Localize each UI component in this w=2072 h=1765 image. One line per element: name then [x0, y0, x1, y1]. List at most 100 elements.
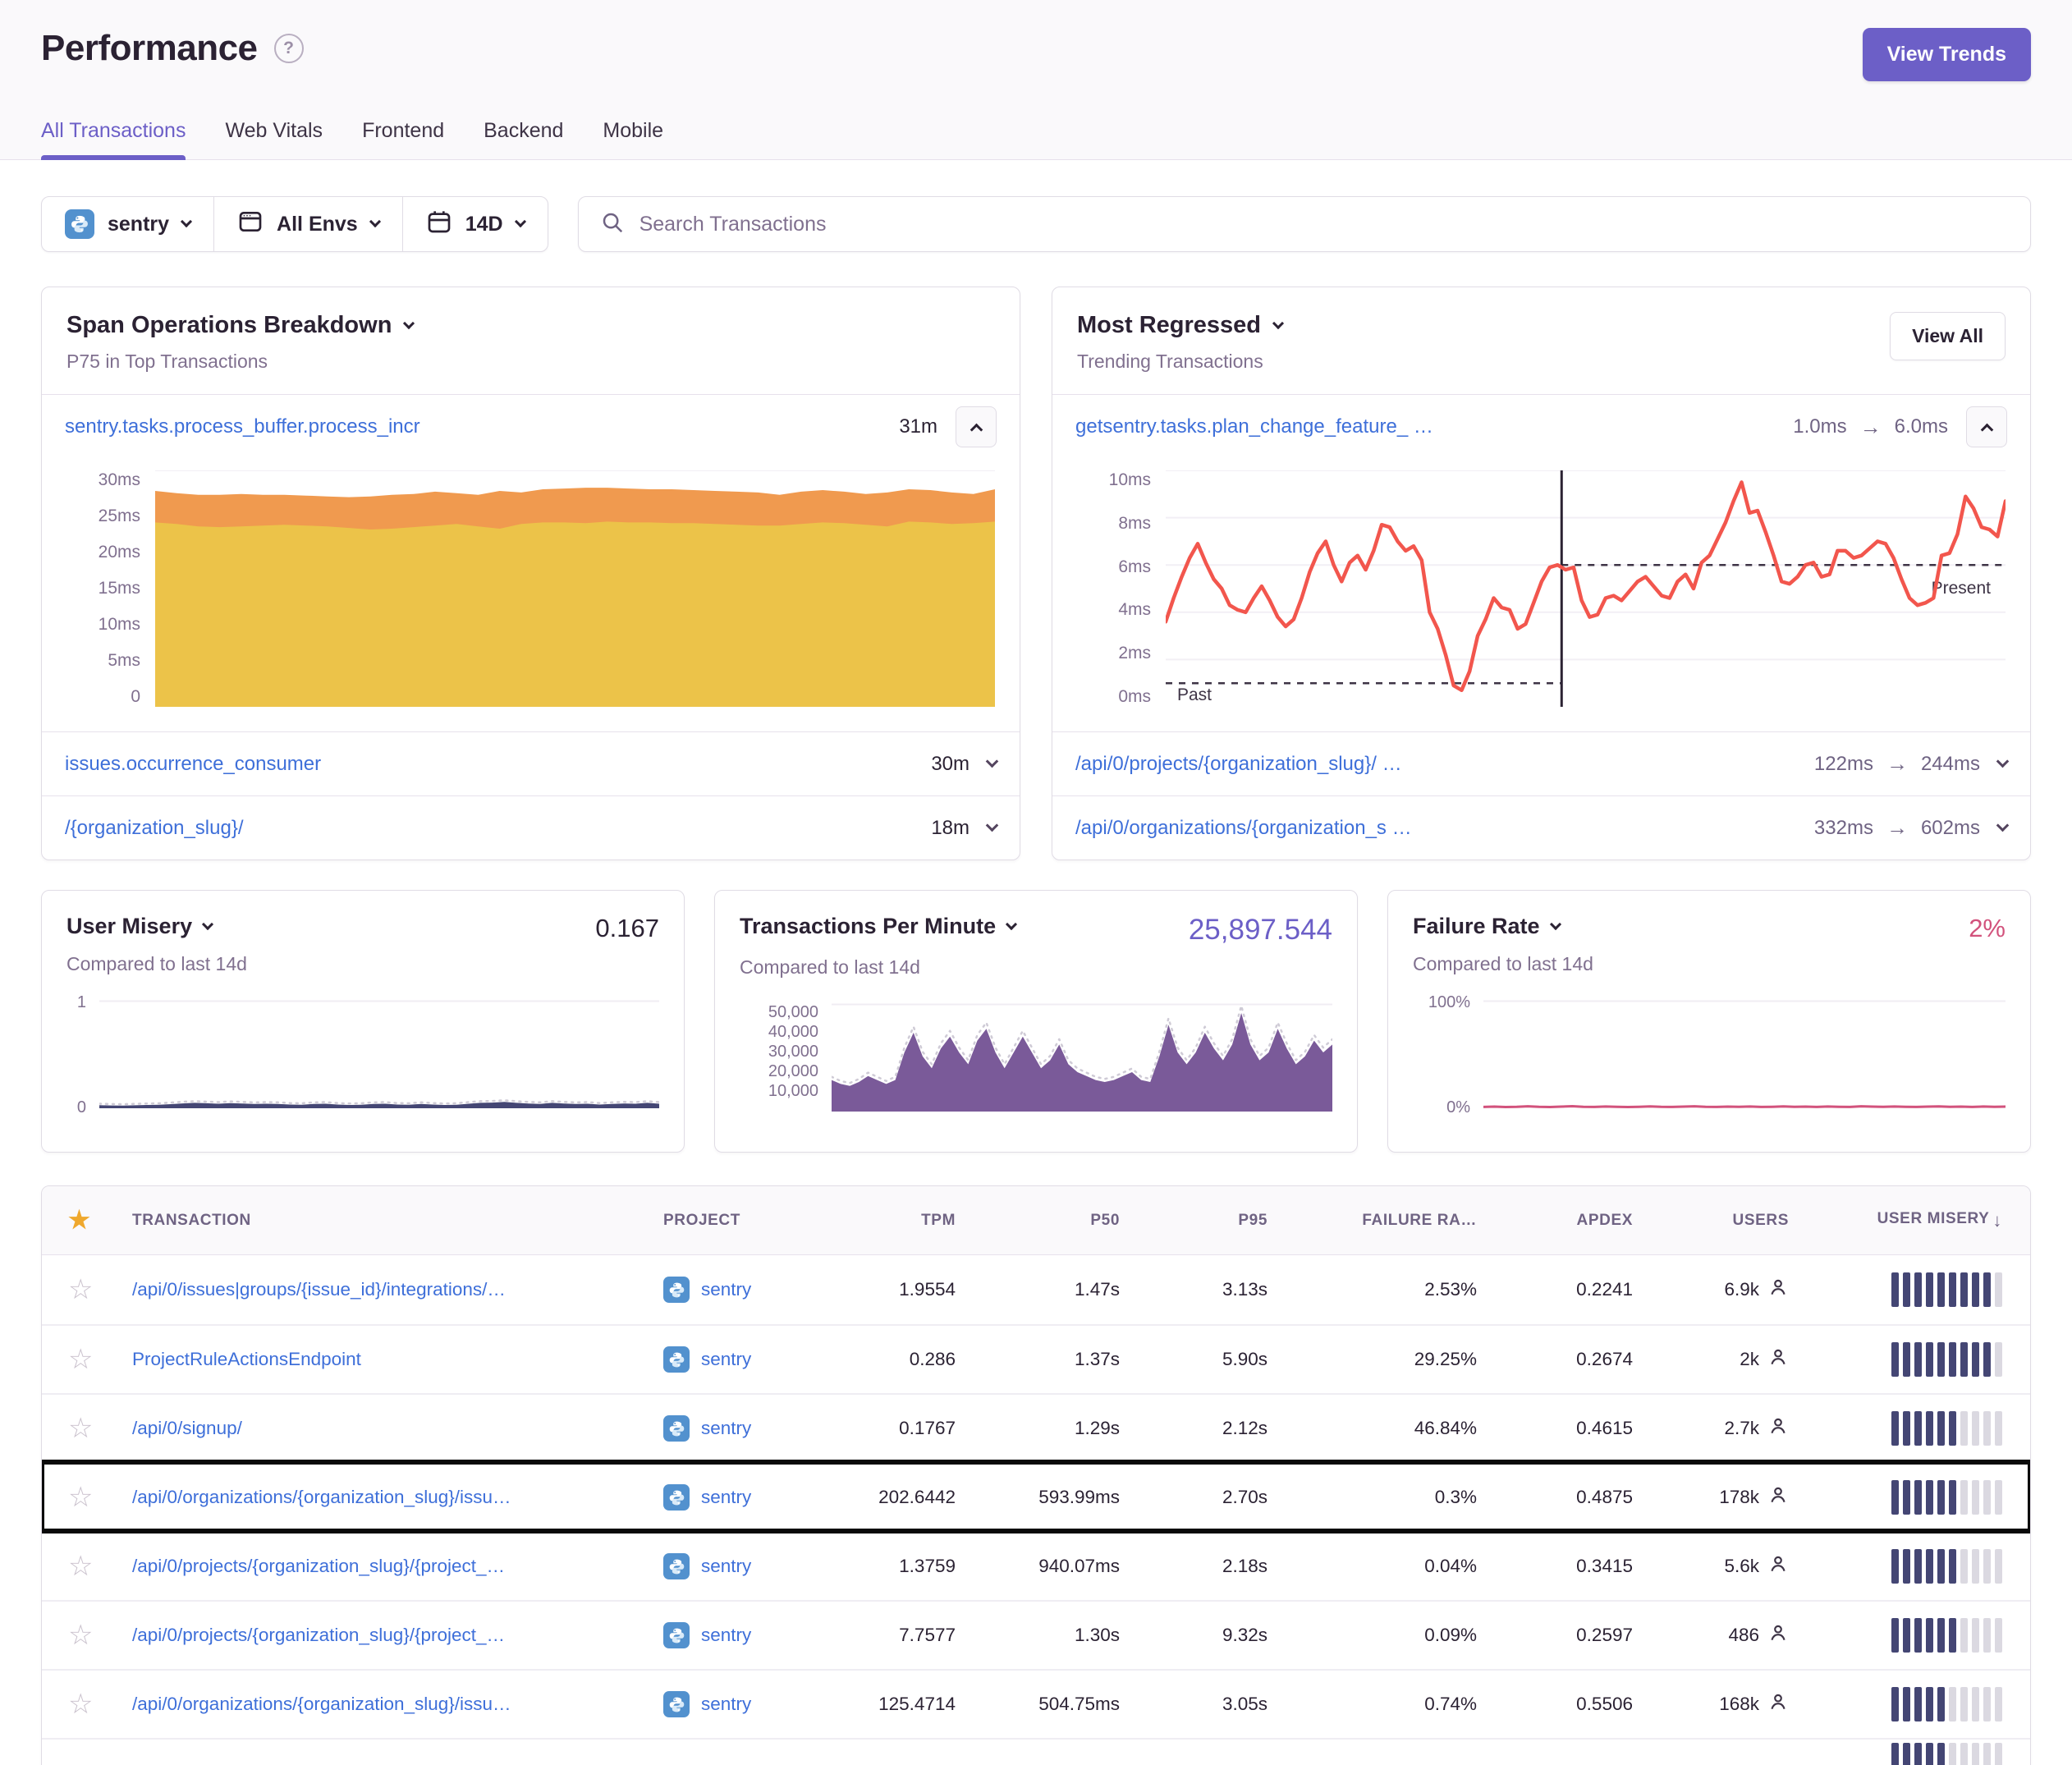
help-icon[interactable]: ?	[274, 34, 304, 63]
transaction-link[interactable]: sentry.tasks.process_buffer.process_incr	[65, 415, 420, 438]
search-input[interactable]	[639, 213, 2009, 236]
view-trends-button[interactable]: View Trends	[1863, 28, 2031, 81]
transaction-link[interactable]: /api/0/organizations/{organization_slug}…	[132, 1694, 652, 1715]
column-header-apdex[interactable]: APDEX	[1488, 1212, 1644, 1230]
column-header-tpm[interactable]: TPM	[832, 1212, 967, 1230]
transaction-link[interactable]: issues.occurrence_consumer	[65, 753, 321, 776]
expand-chevron-icon[interactable]	[1996, 755, 2010, 768]
page-header: Performance ? View Trends All Transactio…	[0, 0, 2072, 160]
column-header-p95[interactable]: P95	[1131, 1212, 1279, 1230]
table-row[interactable]: ☆ /api/0/organizations/{organization_slug…	[42, 1669, 2030, 1738]
favorite-star-icon[interactable]: ☆	[68, 1413, 93, 1444]
project-filter[interactable]: sentry	[42, 197, 213, 251]
transaction-link[interactable]: /api/0/issues|groups/{issue_id}/integrat…	[132, 1279, 652, 1300]
table-row[interactable]	[42, 1738, 2030, 1765]
transaction-link[interactable]: ProjectRuleActionsEndpoint	[132, 1349, 652, 1370]
favorite-star-icon[interactable]: ☆	[68, 1620, 93, 1651]
view-all-button[interactable]: View All	[1890, 312, 2006, 360]
users-cell: 178k	[1644, 1484, 1800, 1511]
page-title: Performance	[41, 28, 258, 69]
apdex-cell: 0.4615	[1488, 1418, 1644, 1439]
column-header-project[interactable]: PROJECT	[663, 1212, 832, 1230]
transaction-link[interactable]: /api/0/projects/{organization_slug}/{pro…	[132, 1625, 652, 1646]
p50-cell: 940.07ms	[967, 1556, 1131, 1577]
span-operations-title-dropdown[interactable]: Span Operations Breakdown	[66, 312, 413, 339]
misery-bar-meter	[1891, 1549, 2002, 1584]
expand-chevron-icon[interactable]	[1996, 819, 2010, 832]
collapse-button[interactable]	[956, 406, 997, 447]
duration-after: 6.0ms	[1895, 415, 1948, 438]
search-bar	[578, 196, 2031, 252]
tpm-cell: 0.1767	[832, 1418, 967, 1439]
date-range-filter[interactable]: 14D	[402, 197, 548, 251]
users-cell: 486	[1644, 1622, 1800, 1648]
project-link[interactable]: sentry	[701, 1487, 751, 1508]
favorite-star-icon[interactable]: ☆	[68, 1274, 93, 1305]
search-icon	[600, 210, 625, 239]
project-link[interactable]: sentry	[701, 1349, 751, 1370]
most-regressed-subtitle: Trending Transactions	[1077, 351, 1282, 373]
failure-rate-chart: 100%0%	[1413, 1000, 2006, 1108]
favorite-star-icon[interactable]: ☆	[68, 1482, 93, 1513]
misery-bar-meter	[1891, 1411, 2002, 1446]
p95-cell: 5.90s	[1131, 1349, 1279, 1370]
table-row[interactable]: ☆/api/0/signup/sentry0.17671.29s2.12s46.…	[42, 1393, 2030, 1462]
favorite-star-icon[interactable]: ☆	[68, 1344, 93, 1375]
failure-rate-cell: 0.74%	[1279, 1694, 1488, 1715]
misery-bar-meter	[1891, 1687, 2002, 1721]
favorite-star-icon[interactable]: ☆	[68, 1689, 93, 1720]
environment-filter[interactable]: All Envs	[213, 197, 402, 251]
tab-backend[interactable]: Backend	[484, 119, 563, 159]
column-header-misery[interactable]: USER MISERY↓	[1800, 1210, 2030, 1231]
user-misery-title-dropdown[interactable]: User Misery	[66, 914, 212, 939]
chevron-down-icon	[1272, 317, 1284, 328]
transaction-link[interactable]: /{organization_slug}/	[65, 817, 244, 840]
transaction-link[interactable]: getsentry.tasks.plan_change_feature_ …	[1075, 415, 1433, 438]
failure-rate-title-dropdown[interactable]: Failure Rate	[1413, 914, 1560, 939]
column-header-p50[interactable]: P50	[967, 1212, 1131, 1230]
misery-bar-meter	[1891, 1272, 2002, 1307]
table-row-highlighted[interactable]: ☆ /api/0/organizations/{organization_slug…	[42, 1462, 2030, 1531]
transaction-link[interactable]: /api/0/projects/{organization_slug}/ …	[1075, 753, 1402, 776]
project-link[interactable]: sentry	[701, 1556, 751, 1577]
column-header-users[interactable]: USERS	[1644, 1212, 1800, 1230]
most-regressed-title-dropdown[interactable]: Most Regressed	[1077, 312, 1282, 339]
project-link[interactable]: sentry	[701, 1279, 751, 1300]
p50-cell: 1.29s	[967, 1418, 1131, 1439]
duration-before: 1.0ms	[1793, 415, 1846, 438]
table-row[interactable]: ☆ /api/0/projects/{organization_slug}/{pr…	[42, 1531, 2030, 1600]
tab-frontend[interactable]: Frontend	[362, 119, 444, 159]
transaction-link[interactable]: /api/0/organizations/{organization_slug}…	[132, 1487, 652, 1508]
column-header-failure_rate[interactable]: FAILURE RA…	[1279, 1212, 1488, 1230]
tpm-title-dropdown[interactable]: Transactions Per Minute	[740, 914, 1015, 939]
project-link[interactable]: sentry	[701, 1625, 751, 1646]
tab-mobile[interactable]: Mobile	[603, 119, 663, 159]
tab-web-vitals[interactable]: Web Vitals	[225, 119, 323, 159]
expand-chevron-icon[interactable]	[986, 755, 999, 768]
expand-chevron-icon[interactable]	[986, 819, 999, 832]
project-filter-label: sentry	[108, 213, 169, 236]
tab-all-transactions[interactable]: All Transactions	[41, 119, 186, 159]
chevron-down-icon	[202, 918, 213, 929]
arrow-right-icon: →	[1886, 815, 1908, 841]
p95-cell: 3.05s	[1131, 1694, 1279, 1715]
transaction-link[interactable]: /api/0/organizations/{organization_s …	[1075, 817, 1412, 840]
collapse-button[interactable]	[1966, 406, 2007, 447]
table-row[interactable]: ☆ProjectRuleActionsEndpointsentry0.2861.…	[42, 1324, 2030, 1393]
project-link[interactable]: sentry	[701, 1418, 751, 1439]
duration-after: 244ms	[1921, 753, 1980, 776]
chevron-up-icon	[970, 423, 983, 436]
transaction-link[interactable]: /api/0/projects/{organization_slug}/{pro…	[132, 1556, 652, 1577]
failure-rate-cell: 0.3%	[1279, 1487, 1488, 1508]
misery-bar-meter	[1891, 1480, 2002, 1515]
table-row[interactable]: ☆ /api/0/issues|groups/{issue_id}/integra…	[42, 1255, 2030, 1324]
tpm-cell: 1.9554	[832, 1279, 967, 1300]
users-cell: 2.7k	[1644, 1415, 1800, 1442]
project-link[interactable]: sentry	[701, 1694, 751, 1715]
op-total-value: 31m	[899, 415, 937, 438]
column-header-transaction[interactable]: TRANSACTION	[132, 1212, 663, 1230]
chevron-down-icon	[403, 317, 415, 328]
table-row[interactable]: ☆ /api/0/projects/{organization_slug}/{pr…	[42, 1600, 2030, 1669]
transaction-link[interactable]: /api/0/signup/	[132, 1418, 652, 1439]
favorite-star-icon[interactable]: ☆	[68, 1551, 93, 1582]
